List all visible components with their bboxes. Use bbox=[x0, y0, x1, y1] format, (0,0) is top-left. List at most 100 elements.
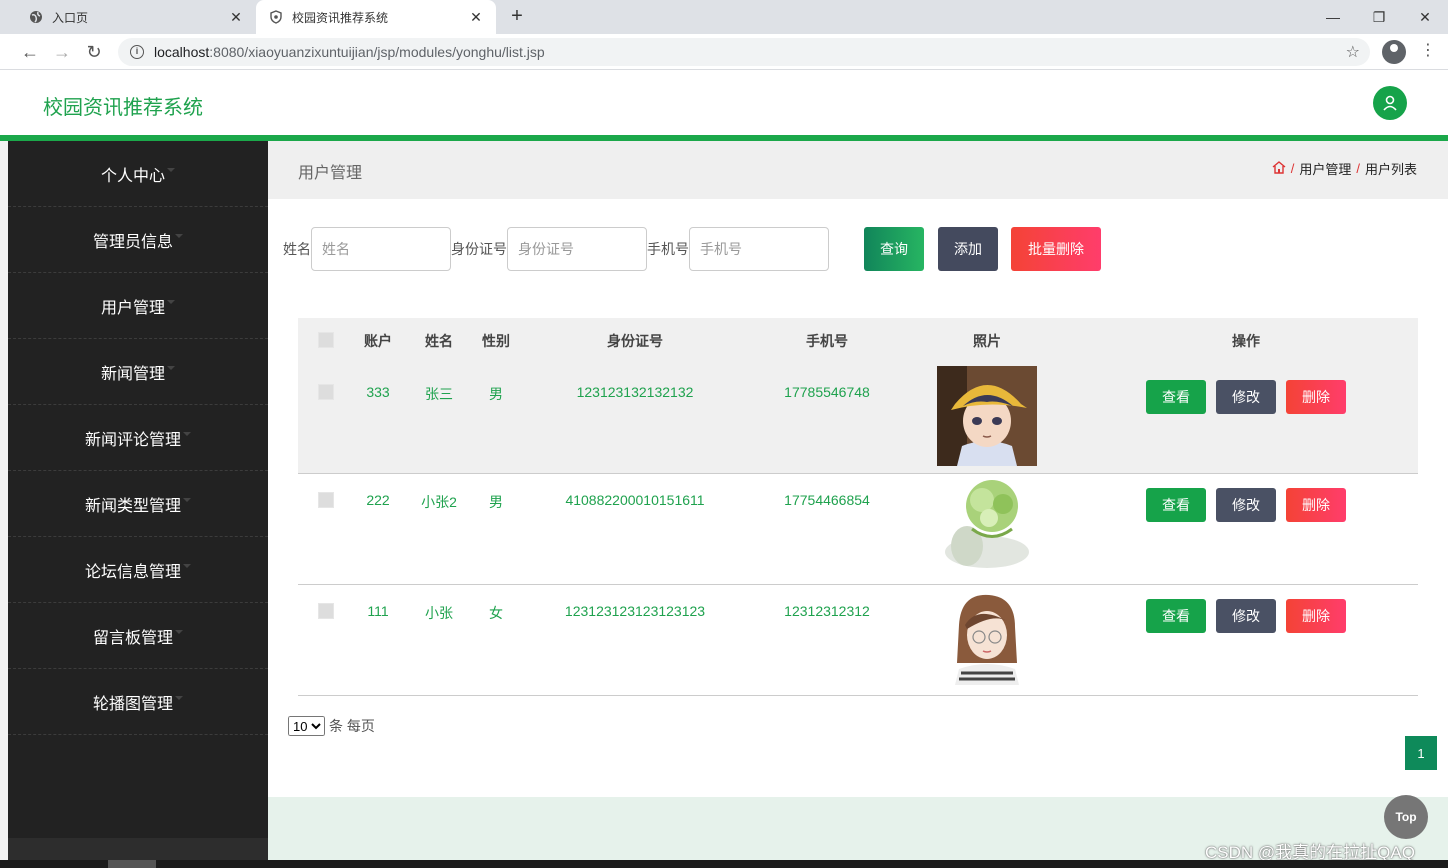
sidebar-item-label: 新闻管理 bbox=[100, 365, 165, 383]
sidebar-item-news-comment-management[interactable]: 新闻评论管理 bbox=[8, 405, 268, 471]
info-icon[interactable]: i bbox=[130, 45, 144, 59]
row-checkbox[interactable] bbox=[318, 602, 334, 619]
app-header: 校园资讯推荐系统 bbox=[0, 71, 1448, 135]
browser-tab-entry[interactable]: 入口页 ✕ bbox=[16, 0, 256, 34]
taskbar-item[interactable] bbox=[108, 860, 156, 868]
sidebar-item-forum-management[interactable]: 论坛信息管理 bbox=[8, 537, 268, 603]
sidebar-item-label: 新闻类型管理 bbox=[84, 497, 181, 515]
sidebar-item-user-management[interactable]: 用户管理 bbox=[8, 273, 268, 339]
table-header-row: 账户 姓名 性别 身份证号 手机号 照片 操作 bbox=[298, 318, 1418, 364]
profile-icon[interactable] bbox=[1382, 40, 1406, 64]
page-number-button[interactable]: 1 bbox=[1405, 736, 1437, 770]
table-row: 333 张三 男 123123132132132 17785546748 查看 … bbox=[298, 364, 1418, 474]
view-button[interactable]: 查看 bbox=[1146, 598, 1206, 633]
search-form: 姓名 身份证号 手机号 查询 添加 批量删除 bbox=[283, 227, 1101, 271]
id-number-label: 身份证号 bbox=[451, 241, 507, 257]
id-number-cell: 123123132132132 bbox=[516, 364, 754, 474]
delete-button[interactable]: 删除 bbox=[1286, 487, 1346, 522]
sidebar: 个人中心 管理员信息 用户管理 新闻管理 新闻评论管理 新闻类型管理 论坛信息管… bbox=[8, 141, 268, 868]
user-avatar-icon[interactable] bbox=[1373, 86, 1407, 120]
taskbar bbox=[0, 860, 1448, 868]
id-number-input[interactable] bbox=[507, 227, 647, 271]
page-title: 用户管理 bbox=[298, 165, 363, 182]
left-edge bbox=[0, 141, 8, 868]
close-icon[interactable]: ✕ bbox=[228, 9, 244, 26]
url-host: localhost bbox=[154, 44, 210, 60]
breadcrumb-user-list: 用户列表 bbox=[1364, 162, 1417, 177]
edit-button[interactable]: 修改 bbox=[1216, 380, 1276, 414]
name-cell: 小张2 bbox=[402, 473, 476, 585]
select-all-header bbox=[298, 318, 354, 364]
sidebar-item-message-board-management[interactable]: 留言板管理 bbox=[8, 603, 268, 669]
phone-cell: 17754466854 bbox=[754, 473, 900, 585]
user-photo-cabbage-cat bbox=[937, 473, 1037, 574]
account-cell: 111 bbox=[354, 584, 402, 696]
caret-down-icon bbox=[183, 563, 191, 568]
row-checkbox[interactable] bbox=[318, 491, 334, 508]
breadcrumb-user-management[interactable]: 用户管理 bbox=[1299, 159, 1351, 178]
sidebar-item-personal-center[interactable]: 个人中心 bbox=[8, 141, 268, 207]
caret-down-icon bbox=[183, 431, 191, 436]
query-button[interactable]: 查询 bbox=[864, 227, 924, 271]
name-input[interactable] bbox=[311, 227, 451, 271]
bookmark-star-icon[interactable]: ☆ bbox=[1346, 42, 1360, 62]
url-field[interactable]: i localhost:8080/xiaoyuanzixuntuijian/js… bbox=[118, 38, 1370, 66]
row-checkbox[interactable] bbox=[318, 384, 334, 400]
photo-cell bbox=[900, 473, 1074, 585]
breadcrumb: 用户管理 / 用户管理 / 用户列表 bbox=[268, 141, 1448, 199]
reload-icon[interactable]: ↻ bbox=[82, 40, 106, 64]
gender-cell: 女 bbox=[476, 584, 516, 696]
table-row: 111 小张 女 123123123123123123 12312312312 bbox=[298, 584, 1418, 696]
row-select-cell bbox=[298, 364, 354, 474]
sidebar-item-news-type-management[interactable]: 新闻类型管理 bbox=[8, 471, 268, 537]
photo-cell bbox=[900, 584, 1074, 696]
home-icon[interactable] bbox=[1272, 160, 1286, 177]
edit-button[interactable]: 修改 bbox=[1216, 487, 1276, 522]
restore-icon[interactable]: ❐ bbox=[1356, 0, 1402, 34]
column-header: 操作 bbox=[1074, 318, 1418, 364]
delete-button[interactable]: 删除 bbox=[1286, 598, 1346, 633]
sidebar-item-label: 留言板管理 bbox=[92, 629, 173, 647]
new-tab-icon[interactable]: + bbox=[506, 6, 528, 28]
page-size-select[interactable]: 10 bbox=[288, 716, 325, 736]
view-button[interactable]: 查看 bbox=[1146, 487, 1206, 522]
browser-tab-active[interactable]: 校园资讯推荐系统 ✕ bbox=[256, 0, 496, 34]
breadcrumb-separator: / bbox=[1290, 161, 1295, 176]
select-all-checkbox[interactable] bbox=[318, 331, 334, 348]
column-header: 账户 bbox=[354, 318, 402, 364]
sidebar-item-news-management[interactable]: 新闻管理 bbox=[8, 339, 268, 405]
window-close-icon[interactable]: ✕ bbox=[1402, 0, 1448, 34]
edit-button[interactable]: 修改 bbox=[1216, 598, 1276, 633]
view-button[interactable]: 查看 bbox=[1146, 380, 1206, 414]
caret-down-icon bbox=[175, 695, 183, 700]
user-photo-anime-boy bbox=[937, 366, 1037, 466]
tab-title: 入口页 bbox=[52, 10, 89, 25]
back-to-top-button[interactable]: Top bbox=[1384, 795, 1428, 839]
column-header: 性别 bbox=[476, 318, 516, 364]
table-row: 222 小张2 男 410882200010151611 17754466854 bbox=[298, 473, 1418, 585]
forward-icon[interactable]: → bbox=[50, 40, 74, 64]
more-menu-icon[interactable]: ⋮ bbox=[1420, 40, 1436, 64]
caret-down-icon bbox=[175, 629, 183, 634]
browser-tab-bar: 入口页 ✕ 校园资讯推荐系统 ✕ + — ❐ ✕ bbox=[0, 0, 1448, 34]
sidebar-item-carousel-management[interactable]: 轮播图管理 bbox=[8, 669, 268, 735]
phone-input[interactable] bbox=[689, 227, 829, 271]
back-icon[interactable]: ← bbox=[18, 40, 42, 64]
row-select-cell bbox=[298, 473, 354, 585]
column-header: 身份证号 bbox=[516, 318, 754, 364]
minimize-icon[interactable]: — bbox=[1310, 0, 1356, 34]
sidebar-item-label: 管理员信息 bbox=[92, 233, 173, 251]
sidebar-footer bbox=[8, 838, 268, 860]
actions-cell: 查看 修改 删除 bbox=[1074, 364, 1418, 474]
sidebar-item-label: 个人中心 bbox=[100, 167, 165, 185]
breadcrumb-separator: / bbox=[1356, 161, 1360, 176]
name-cell: 小张 bbox=[402, 584, 476, 696]
caret-down-icon bbox=[175, 233, 183, 238]
sidebar-item-admin-info[interactable]: 管理员信息 bbox=[8, 207, 268, 273]
add-button[interactable]: 添加 bbox=[938, 227, 998, 271]
delete-button[interactable]: 删除 bbox=[1286, 380, 1346, 414]
caret-down-icon bbox=[167, 299, 175, 304]
id-number-cell: 410882200010151611 bbox=[516, 473, 754, 585]
batch-delete-button[interactable]: 批量删除 bbox=[1011, 227, 1101, 271]
close-icon[interactable]: ✕ bbox=[468, 9, 484, 26]
